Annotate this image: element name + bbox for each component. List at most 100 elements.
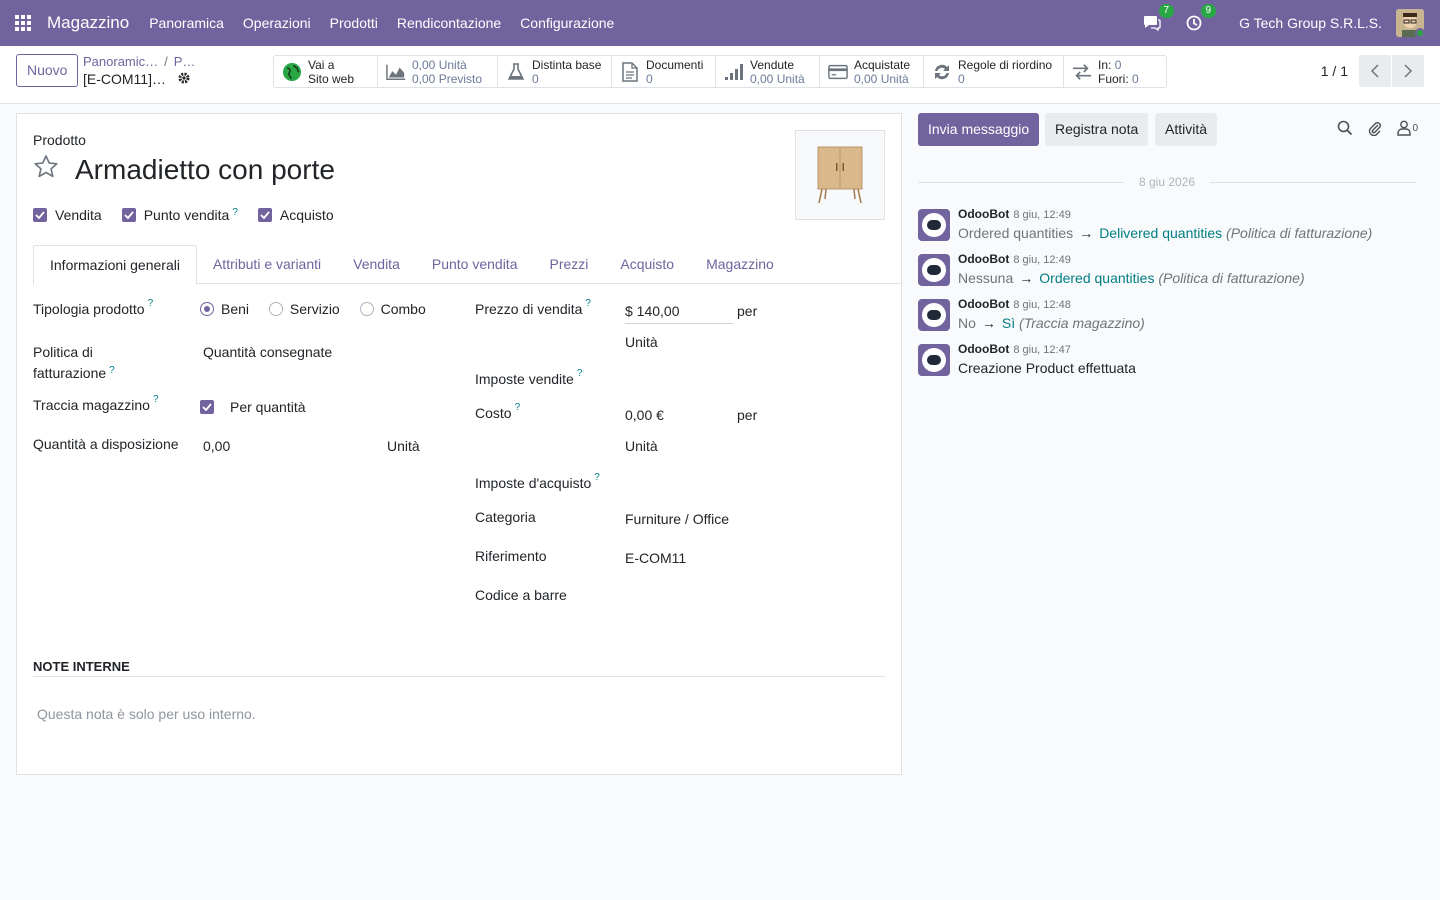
tab-inventory[interactable]: Magazzino (690, 245, 790, 283)
chevron-right-icon[interactable] (1392, 55, 1424, 87)
in-out-moves-button[interactable]: In: 0 Fuori: 0 (1064, 56, 1166, 87)
search-icon[interactable] (1337, 120, 1353, 136)
divider (33, 676, 885, 677)
forecast-button[interactable]: 0,00 Unità 0,00 Previsto (378, 56, 498, 87)
qty-on-hand-value[interactable]: 0,00 (203, 438, 230, 454)
breadcrumb-item-products[interactable]: P… (174, 54, 196, 69)
tab-sales[interactable]: Vendita (337, 245, 416, 283)
menu-operazioni[interactable]: Operazioni (243, 15, 311, 31)
help-tooltip-icon[interactable]: ? (148, 298, 154, 309)
followers-icon[interactable]: 0 (1397, 120, 1418, 136)
sale-checkbox[interactable]: Vendita (33, 207, 102, 223)
odoobot-avatar[interactable] (918, 299, 950, 331)
sold-button[interactable]: Vendute 0,00 Unità (716, 56, 820, 87)
help-tooltip-icon[interactable]: ? (594, 472, 600, 483)
breadcrumb: Panoramic… / P… (83, 54, 196, 69)
messages-count-badge: 7 (1158, 4, 1175, 18)
tracking-change: No → Sì (Traccia magazzino) (958, 315, 1145, 331)
pager-value[interactable]: 1 / 1 (1321, 63, 1348, 79)
message-author[interactable]: OdooBot (958, 342, 1009, 356)
cost-per-label: per (737, 407, 758, 423)
check-icon (257, 208, 272, 222)
send-message-button[interactable]: Invia messaggio (918, 113, 1040, 146)
reference-label: Riferimento (475, 548, 547, 564)
documents-button[interactable]: Documenti 0 (612, 56, 716, 87)
purchase-taxes-label: Imposte d'acquisto? (475, 472, 600, 491)
message-author[interactable]: OdooBot (958, 207, 1009, 221)
tracking-mode[interactable]: Per quantità (230, 399, 306, 415)
purchase-checkbox[interactable]: Acquisto (257, 207, 334, 223)
price-uom[interactable]: Unità (625, 334, 658, 350)
menu-rendicontazione[interactable]: Rendicontazione (397, 15, 501, 31)
internal-notes-input[interactable]: Questa nota è solo per uso interno. (37, 706, 256, 722)
cost-input[interactable]: 0,00 € (625, 407, 664, 423)
odoobot-avatar[interactable] (918, 344, 950, 376)
invoice-policy-field[interactable]: Quantità consegnate (203, 344, 332, 360)
radio-combo[interactable]: Combo (359, 301, 426, 317)
sales-price-label: Prezzo di vendita? (475, 298, 591, 317)
signal-bars-icon (724, 62, 744, 82)
radio-goods[interactable]: Beni (200, 301, 249, 317)
log-note-button[interactable]: Registra nota (1045, 113, 1149, 146)
message-author[interactable]: OdooBot (958, 297, 1009, 311)
product-type-label: Tipologia prodotto? (33, 298, 154, 317)
product-name[interactable]: Armadietto con porte (75, 154, 335, 186)
tab-point-of-sale[interactable]: Punto vendita (416, 245, 534, 283)
arrow-right-icon: → (1019, 270, 1034, 286)
tracking-change: Ordered quantities → Delivered quantities … (958, 225, 1373, 241)
sales-taxes-label: Imposte vendite? (475, 368, 583, 387)
qty-on-hand-label: Quantità a disposizione (33, 436, 179, 452)
tab-attributes-variants[interactable]: Attributi e varianti (197, 245, 337, 283)
menu-prodotti[interactable]: Prodotti (330, 15, 378, 31)
tab-general-info[interactable]: Informazioni generali (33, 245, 197, 285)
barcode-label: Codice a barre (475, 587, 567, 603)
breadcrumb-item-overview[interactable]: Panoramic… (83, 54, 158, 69)
purchased-button[interactable]: Acquistate 0,00 Unità (820, 56, 924, 87)
sales-price-input[interactable]: $ 140,00 (625, 303, 733, 324)
radio-service[interactable]: Servizio (268, 301, 340, 317)
new-button[interactable]: Nuovo (16, 54, 79, 87)
activities-count-badge: 9 (1200, 4, 1217, 18)
tab-pricing[interactable]: Prezzi (533, 245, 604, 283)
apps-menu-icon[interactable] (0, 0, 46, 46)
user-avatar[interactable] (1396, 9, 1424, 37)
star-icon[interactable] (33, 154, 59, 183)
help-tooltip-icon[interactable]: ? (232, 207, 238, 218)
category-field[interactable]: Furniture / Office (625, 511, 729, 527)
activity-clock-icon[interactable]: 9 (1183, 4, 1217, 34)
odoobot-avatar[interactable] (918, 209, 950, 241)
message-body: Creazione Product effettuata (958, 360, 1136, 376)
message-date: 8 giu, 12:49 (1013, 254, 1071, 266)
help-tooltip-icon[interactable]: ? (577, 368, 583, 379)
reference-field[interactable]: E-COM11 (625, 550, 686, 566)
message-author[interactable]: OdooBot (958, 252, 1009, 266)
cost-label: Costo? (475, 402, 521, 421)
help-tooltip-icon[interactable]: ? (585, 298, 591, 309)
track-inventory-label: Traccia magazzino? (33, 394, 159, 413)
menu-panoramica[interactable]: Panoramica (149, 15, 224, 31)
messaging-icon[interactable]: 7 (1141, 4, 1175, 34)
company-switcher[interactable]: G Tech Group S.R.L.S. (1239, 15, 1382, 31)
track-inventory-checkbox[interactable]: Per quantità (200, 399, 306, 415)
help-tooltip-icon[interactable]: ? (153, 394, 159, 405)
chevron-left-icon[interactable] (1359, 55, 1391, 87)
pos-checkbox[interactable]: Punto vendita? (121, 207, 238, 223)
bom-button[interactable]: Distinta base 0 (498, 56, 612, 87)
product-image[interactable] (795, 130, 885, 220)
product-flags: Vendita Punto vendita? Acquisto (33, 207, 354, 223)
odoobot-avatar[interactable] (918, 254, 950, 286)
help-tooltip-icon[interactable]: ? (109, 365, 115, 376)
menu-configurazione[interactable]: Configurazione (520, 15, 614, 31)
tab-purchase[interactable]: Acquisto (604, 245, 690, 283)
cost-uom[interactable]: Unità (625, 438, 658, 454)
product-type-radio-group: Beni Servizio Combo (200, 301, 426, 317)
help-tooltip-icon[interactable]: ? (515, 402, 521, 413)
activities-button[interactable]: Attività (1155, 113, 1218, 146)
barcode-field[interactable] (625, 587, 865, 607)
tracking-change: Nessuna → Ordered quantities (Politica di … (958, 270, 1305, 286)
app-name[interactable]: Magazzino (47, 13, 129, 33)
website-button[interactable]: Vai a Sito web (274, 56, 378, 87)
paperclip-icon[interactable] (1367, 120, 1383, 136)
gear-icon[interactable] (178, 71, 190, 87)
reorder-rules-button[interactable]: Regole di riordino 0 (924, 56, 1064, 87)
